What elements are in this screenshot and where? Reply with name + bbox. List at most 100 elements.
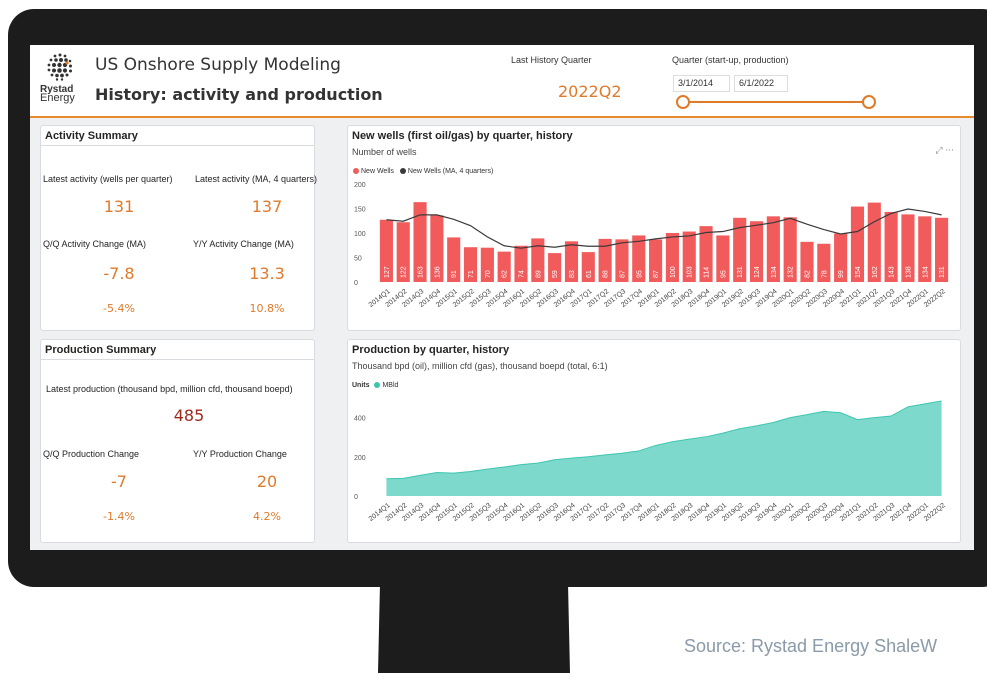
- new-wells-chart: 127 122 163 136 91 71 70 62 74 89 59 83 61 88 87 95 87 10…: [354, 182, 949, 309]
- new-wells-legend: New Wells New Wells (MA, 4 quarters): [352, 168, 493, 175]
- bar-data-label: 132: [788, 266, 795, 278]
- quarter-range-end-handle[interactable]: [862, 95, 876, 109]
- new-wells-chart-title: New wells (first oil/gas) by quarter, hi…: [352, 130, 573, 142]
- production-chart-card: Production by quarter, history Thousand …: [347, 339, 961, 543]
- quarter-range-label: Quarter (start-up, production): [672, 55, 789, 65]
- yy-production-change-value: 20: [256, 472, 278, 491]
- yy-activity-change-pct: 10.8%: [249, 302, 285, 315]
- bar-data-label: 143: [889, 266, 896, 278]
- bar-data-label: 134: [771, 266, 778, 278]
- qq-activity-change-pct: -5.4%: [103, 302, 135, 315]
- legend-mbld: MBld: [382, 382, 399, 389]
- last-history-quarter-value: 2022Q2: [558, 82, 622, 101]
- y-tick-label: 400: [354, 416, 366, 423]
- production-area: [386, 400, 942, 496]
- y-tick-label: 150: [354, 207, 366, 214]
- bar-data-label: 131: [737, 266, 744, 278]
- bar-data-label: 61: [586, 270, 593, 278]
- yy-activity-change-label: Y/Y Activity Change (MA): [193, 239, 294, 249]
- visual-options-icon[interactable]: ⤢ ···: [935, 146, 954, 156]
- photo-stage: Source: Rystad Energy ShaleW Rystad Ener…: [0, 0, 987, 673]
- bar-data-label: 87: [619, 270, 626, 278]
- latest-activity-ma-value: 137: [251, 197, 283, 216]
- y-tick-label: 200: [354, 455, 366, 462]
- mbld-legend-swatch-icon: [374, 382, 381, 388]
- bar-data-label: 88: [603, 270, 610, 278]
- dashboard-header: Rystad Energy US Onshore Supply Modeling…: [30, 45, 974, 118]
- bar-data-label: 114: [704, 267, 711, 278]
- start-date-input[interactable]: 3/1/2014: [673, 75, 730, 92]
- production-chart-title: Production by quarter, history: [352, 344, 510, 356]
- qq-activity-change-label: Q/Q Activity Change (MA): [43, 239, 147, 249]
- yy-production-change-label: Y/Y Production Change: [193, 449, 287, 459]
- bar-data-label: 74: [519, 270, 526, 278]
- logo-line2: Energy: [40, 92, 75, 104]
- bar-data-label: 62: [502, 270, 509, 278]
- yy-production-change-pct: 4.2%: [253, 510, 281, 523]
- latest-activity-ma-label: Latest activity (MA, 4 quarters): [195, 174, 318, 184]
- bar-data-label: 82: [805, 270, 812, 278]
- latest-activity-value: 131: [103, 197, 135, 216]
- bar-data-label: 103: [687, 266, 694, 278]
- bar-data-label: 163: [418, 266, 425, 278]
- app-title: US Onshore Supply Modeling: [95, 55, 341, 75]
- y-tick-label: 0: [354, 280, 358, 287]
- production-summary-card: Production Summary Latest production (th…: [40, 339, 315, 543]
- production-legend: Units MBld: [352, 382, 398, 389]
- y-tick-label: 0: [354, 494, 358, 501]
- bar-data-label: 127: [384, 266, 391, 278]
- legend-new-wells-ma: New Wells (MA, 4 quarters): [407, 168, 494, 175]
- bar-data-label: 91: [451, 270, 458, 278]
- legend-new-wells: New Wells: [361, 168, 394, 175]
- production-chart-subtitle: Thousand bpd (oil), million cfd (gas), t…: [352, 361, 608, 371]
- yy-activity-change-value: 13.3: [249, 264, 285, 283]
- latest-production-value: 485: [173, 406, 205, 425]
- monitor-stand: [378, 587, 570, 673]
- activity-summary-title: Activity Summary: [45, 130, 138, 142]
- qq-production-change-label: Q/Q Production Change: [43, 449, 140, 459]
- dashboard-screen: Rystad Energy US Onshore Supply Modeling…: [30, 45, 974, 550]
- bar-data-label: 136: [434, 266, 441, 278]
- page-title: History: activity and production: [95, 85, 383, 104]
- latest-activity-label: Latest activity (wells per quarter): [43, 174, 173, 184]
- ma-legend-swatch-icon: [399, 168, 406, 174]
- y-tick-label: 100: [354, 231, 366, 238]
- y-tick-label: 50: [354, 256, 362, 263]
- bar-data-label: 162: [872, 266, 879, 278]
- new-wells-chart-card: New wells (first oil/gas) by quarter, hi…: [347, 125, 961, 331]
- bar-data-label: 124: [754, 266, 761, 278]
- last-history-quarter-label: Last History Quarter: [511, 55, 592, 65]
- source-caption: Source: Rystad Energy ShaleW: [684, 636, 938, 656]
- bar-data-label: 134: [922, 266, 929, 278]
- bar-data-label: 95: [636, 270, 643, 278]
- bar-data-label: 70: [485, 270, 492, 278]
- qq-activity-change-value: -7.8: [103, 264, 135, 283]
- bar-data-label: 99: [838, 270, 845, 278]
- bar-data-label: 131: [939, 266, 946, 278]
- bar-data-label: 95: [720, 270, 727, 278]
- quarter-range-slider-track[interactable]: [683, 101, 869, 103]
- rystad-logo-text: Rystad Energy: [40, 85, 75, 104]
- bar-data-label: 59: [552, 270, 559, 278]
- new-wells-legend-swatch-icon: [353, 168, 359, 174]
- rystad-globe-logo-icon: [46, 53, 74, 81]
- bar-data-label: 87: [653, 270, 660, 278]
- bar-data-label: 122: [401, 266, 408, 278]
- production-chart: 02004002014Q12014Q22014Q32014Q42015Q1201…: [354, 400, 947, 523]
- qq-production-change-value: -7: [111, 472, 127, 491]
- end-date-input[interactable]: 6/1/2022: [734, 75, 788, 92]
- qq-production-change-pct: -1.4%: [103, 510, 135, 523]
- latest-production-label: Latest production (thousand bpd, million…: [46, 384, 293, 394]
- new-wells-chart-subtitle: Number of wells: [352, 147, 417, 157]
- bar-data-label: 89: [535, 270, 542, 278]
- legend-units-title: Units: [352, 382, 370, 389]
- bar-data-label: 100: [670, 266, 677, 278]
- quarter-range-start-handle[interactable]: [676, 95, 690, 109]
- bar-data-label: 71: [468, 270, 475, 278]
- bar-data-label: 78: [821, 270, 828, 278]
- bar-data-label: 83: [569, 270, 576, 278]
- bar-data-label: 154: [855, 266, 862, 278]
- y-tick-label: 200: [354, 182, 366, 189]
- activity-summary-card: Activity Summary Latest activity (wells …: [40, 125, 318, 331]
- production-summary-title: Production Summary: [45, 344, 157, 356]
